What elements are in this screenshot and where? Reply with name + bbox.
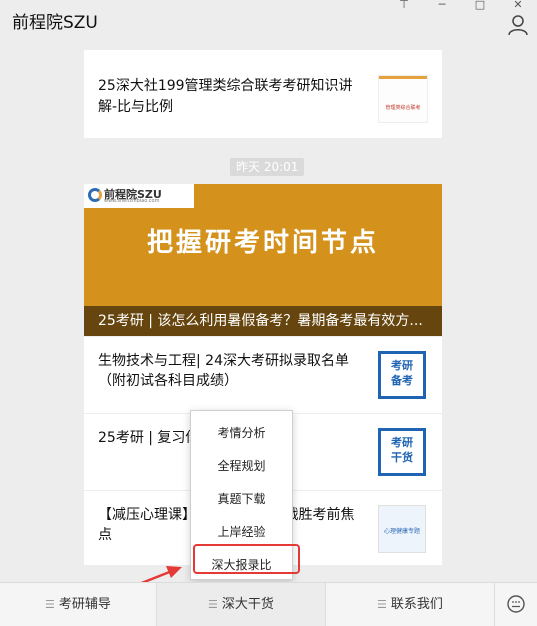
menu-lines-icon: ☰ bbox=[377, 598, 387, 611]
cover-banner[interactable]: 前程院SZU www.shenzhibiao.com 把握研考时间节点 25考研… bbox=[84, 184, 442, 336]
keyboard-icon[interactable] bbox=[495, 583, 537, 626]
menu-item-success-stories[interactable]: 上岸经验 bbox=[191, 523, 292, 540]
highlight-box bbox=[193, 544, 300, 574]
timestamp-badge: 昨天 20:01 bbox=[230, 158, 305, 176]
menu-lines-icon: ☰ bbox=[208, 598, 218, 611]
menu-item-past-papers[interactable]: 真题下载 bbox=[191, 490, 292, 507]
menu-item-full-plan[interactable]: 全程规划 bbox=[191, 457, 292, 474]
tab-contact-us[interactable]: ☰ 联系我们 bbox=[326, 583, 494, 626]
article-thumbnail: 管理类综合联考 bbox=[378, 75, 428, 123]
bottom-menu: ☰ 考研辅导 ☰ 深大干货 ☰ 联系我们 bbox=[0, 582, 537, 626]
window-controls: ⊤ ─ □ ✕ bbox=[385, 0, 537, 12]
banner-title: 把握研考时间节点 bbox=[146, 228, 379, 258]
tab-szu-resources[interactable]: ☰ 深大干货 bbox=[157, 583, 325, 626]
minimize-button[interactable]: ─ bbox=[423, 0, 461, 12]
profile-icon[interactable] bbox=[507, 14, 529, 36]
title-bar: 前程院SZU ⊤ ─ □ ✕ bbox=[0, 0, 537, 46]
list-item[interactable]: 生物技术与工程| 24深大考研拟录取名单（附初试各科目成绩） 考研 备考 bbox=[84, 336, 442, 413]
article-title: 生物技术与工程| 24深大考研拟录取名单（附初试各科目成绩） bbox=[98, 353, 349, 389]
article-card-first[interactable]: 25深大社199管理类综合联考考研知识讲解-比与比例 管理类综合联考 bbox=[84, 50, 442, 138]
pin-button[interactable]: ⊤ bbox=[385, 0, 423, 12]
close-button[interactable]: ✕ bbox=[499, 0, 537, 12]
article-thumbnail: 考研 备考 bbox=[378, 351, 426, 399]
menu-item-exam-analysis[interactable]: 考情分析 bbox=[191, 424, 292, 441]
menu-lines-icon: ☰ bbox=[45, 598, 55, 611]
banner-caption: 25考研 | 该怎么利用暑假备考？暑期备考最有效方... bbox=[84, 306, 442, 336]
chat-title: 前程院SZU bbox=[12, 13, 98, 33]
logo-icon bbox=[88, 188, 102, 202]
maximize-button[interactable]: □ bbox=[461, 0, 499, 12]
tab-exam-tutoring[interactable]: ☰ 考研辅导 bbox=[0, 583, 156, 626]
article-thumbnail: 心理健康专题 bbox=[378, 505, 426, 553]
article-thumbnail: 考研 干货 bbox=[378, 428, 426, 476]
brand-logo: 前程院SZU www.shenzhibiao.com bbox=[84, 184, 194, 208]
article-title: 25深大社199管理类综合联考考研知识讲解-比与比例 bbox=[98, 78, 353, 115]
